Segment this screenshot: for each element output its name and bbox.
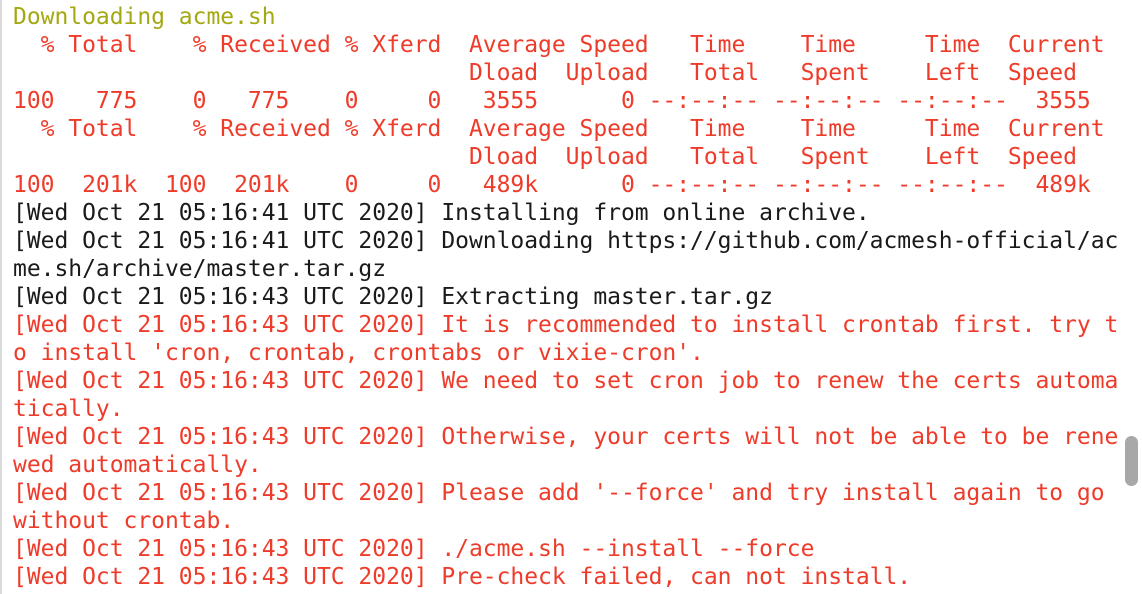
terminal-line: tically. [13, 396, 124, 422]
terminal-line: % Total % Received % Xferd Average Speed… [13, 32, 1105, 58]
terminal-line: [Wed Oct 21 05:16:43 UTC 2020] ./acme.sh… [13, 536, 815, 562]
terminal-line: [Wed Oct 21 05:16:41 UTC 2020] Downloadi… [13, 228, 1119, 254]
terminal-line: [Wed Oct 21 05:16:43 UTC 2020] Please ad… [13, 480, 1105, 506]
terminal-line: Dload Upload Total Spent Left Speed [13, 60, 1077, 86]
terminal-line: [Wed Oct 21 05:16:43 UTC 2020] Pre-check… [13, 564, 912, 590]
terminal-line: 100 201k 100 201k 0 0 489k 0 --:--:-- --… [13, 172, 1091, 198]
terminal-line: me.sh/archive/master.tar.gz [13, 256, 387, 282]
terminal-line: [Wed Oct 21 05:16:41 UTC 2020] Installin… [13, 200, 870, 226]
terminal-line: Downloading acme.sh [13, 4, 276, 30]
terminal-window[interactable]: Downloading acme.sh % Total % Received %… [0, 0, 1142, 594]
terminal-line: o install 'cron, crontab, crontabs or vi… [13, 340, 704, 366]
vertical-scrollbar[interactable] [1120, 0, 1142, 594]
terminal-line: [Wed Oct 21 05:16:43 UTC 2020] Otherwise… [13, 424, 1119, 450]
terminal-line: 100 775 0 775 0 0 3555 0 --:--:-- --:--:… [13, 88, 1091, 114]
terminal-line: % Total % Received % Xferd Average Speed… [13, 116, 1105, 142]
terminal-line: [Wed Oct 21 05:16:43 UTC 2020] Extractin… [13, 284, 773, 310]
terminal-line: Dload Upload Total Spent Left Speed [13, 144, 1077, 170]
terminal-line: [Wed Oct 21 05:16:43 UTC 2020] It is rec… [13, 312, 1119, 338]
terminal-output: Downloading acme.sh % Total % Received %… [13, 3, 1118, 591]
terminal-line: without crontab. [13, 508, 235, 534]
terminal-line: [Wed Oct 21 05:16:43 UTC 2020] We need t… [13, 368, 1119, 394]
scrollbar-thumb[interactable] [1125, 436, 1138, 486]
terminal-line: wed automatically. [13, 452, 262, 478]
